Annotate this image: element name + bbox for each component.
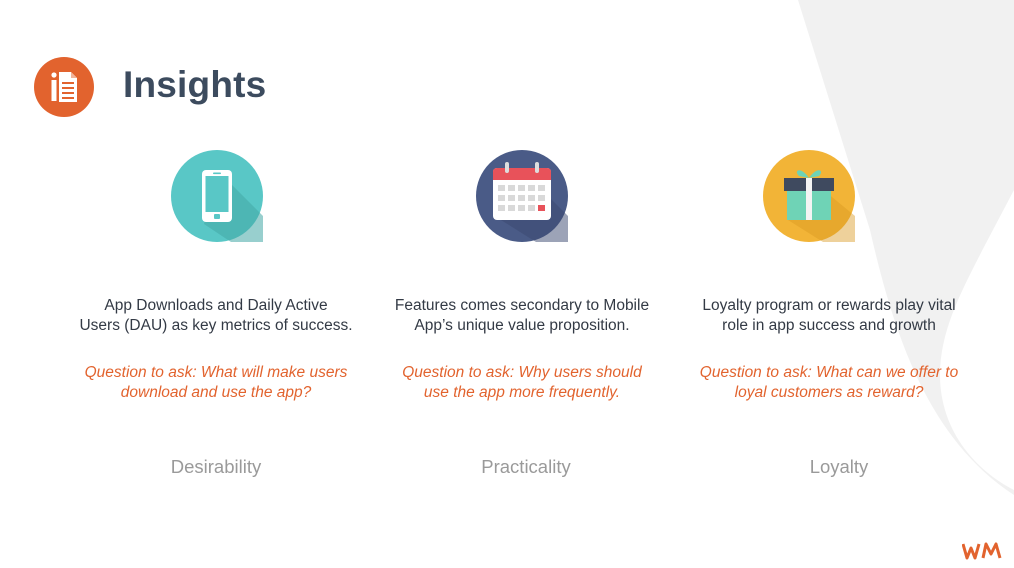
question: Question to ask: What will make users do… [66, 363, 366, 403]
question-line: download and use the app? [120, 384, 312, 401]
question: Question to ask: What can we offer to lo… [679, 363, 979, 403]
label-desirability: Desirability [170, 456, 262, 477]
calendar-icon [476, 150, 568, 242]
insight-column-practicality: Features comes secondary to Mobile App’s… [372, 150, 672, 403]
description: Loyalty program or rewards play vital ro… [679, 296, 979, 336]
description: App Downloads and Daily Active Users (DA… [66, 296, 366, 336]
description-line: App Downloads and Daily Active [104, 297, 328, 314]
label-loyalty: Loyalty [809, 456, 869, 477]
description-line: Users (DAU) as key metrics of success. [79, 317, 353, 334]
description-line: App’s unique value proposition. [414, 317, 630, 334]
page-title: Insights [123, 64, 267, 105]
description-line: Features comes secondary to Mobile [394, 297, 650, 314]
wm-logo [962, 542, 1002, 560]
label-practicality: Practicality [481, 456, 571, 477]
description-line: Loyalty program or rewards play vital [702, 297, 956, 314]
document-icon [34, 57, 94, 117]
question-line: loyal customers as reward? [734, 384, 924, 401]
description: Features comes secondary to Mobile App’s… [372, 296, 672, 336]
question: Question to ask: Why users should use th… [372, 363, 672, 403]
smartphone-icon [171, 150, 263, 242]
insight-column-desirability: App Downloads and Daily Active Users (DA… [66, 150, 366, 403]
question-line: Question to ask: What will make users [84, 364, 348, 381]
question-line: use the app more frequently. [423, 384, 621, 401]
description-line: role in app success and growth [722, 317, 936, 334]
question-line: Question to ask: What can we offer to [699, 364, 959, 381]
gift-icon [763, 150, 855, 242]
insight-column-loyalty: Loyalty program or rewards play vital ro… [679, 150, 979, 403]
question-line: Question to ask: Why users should [402, 364, 642, 381]
